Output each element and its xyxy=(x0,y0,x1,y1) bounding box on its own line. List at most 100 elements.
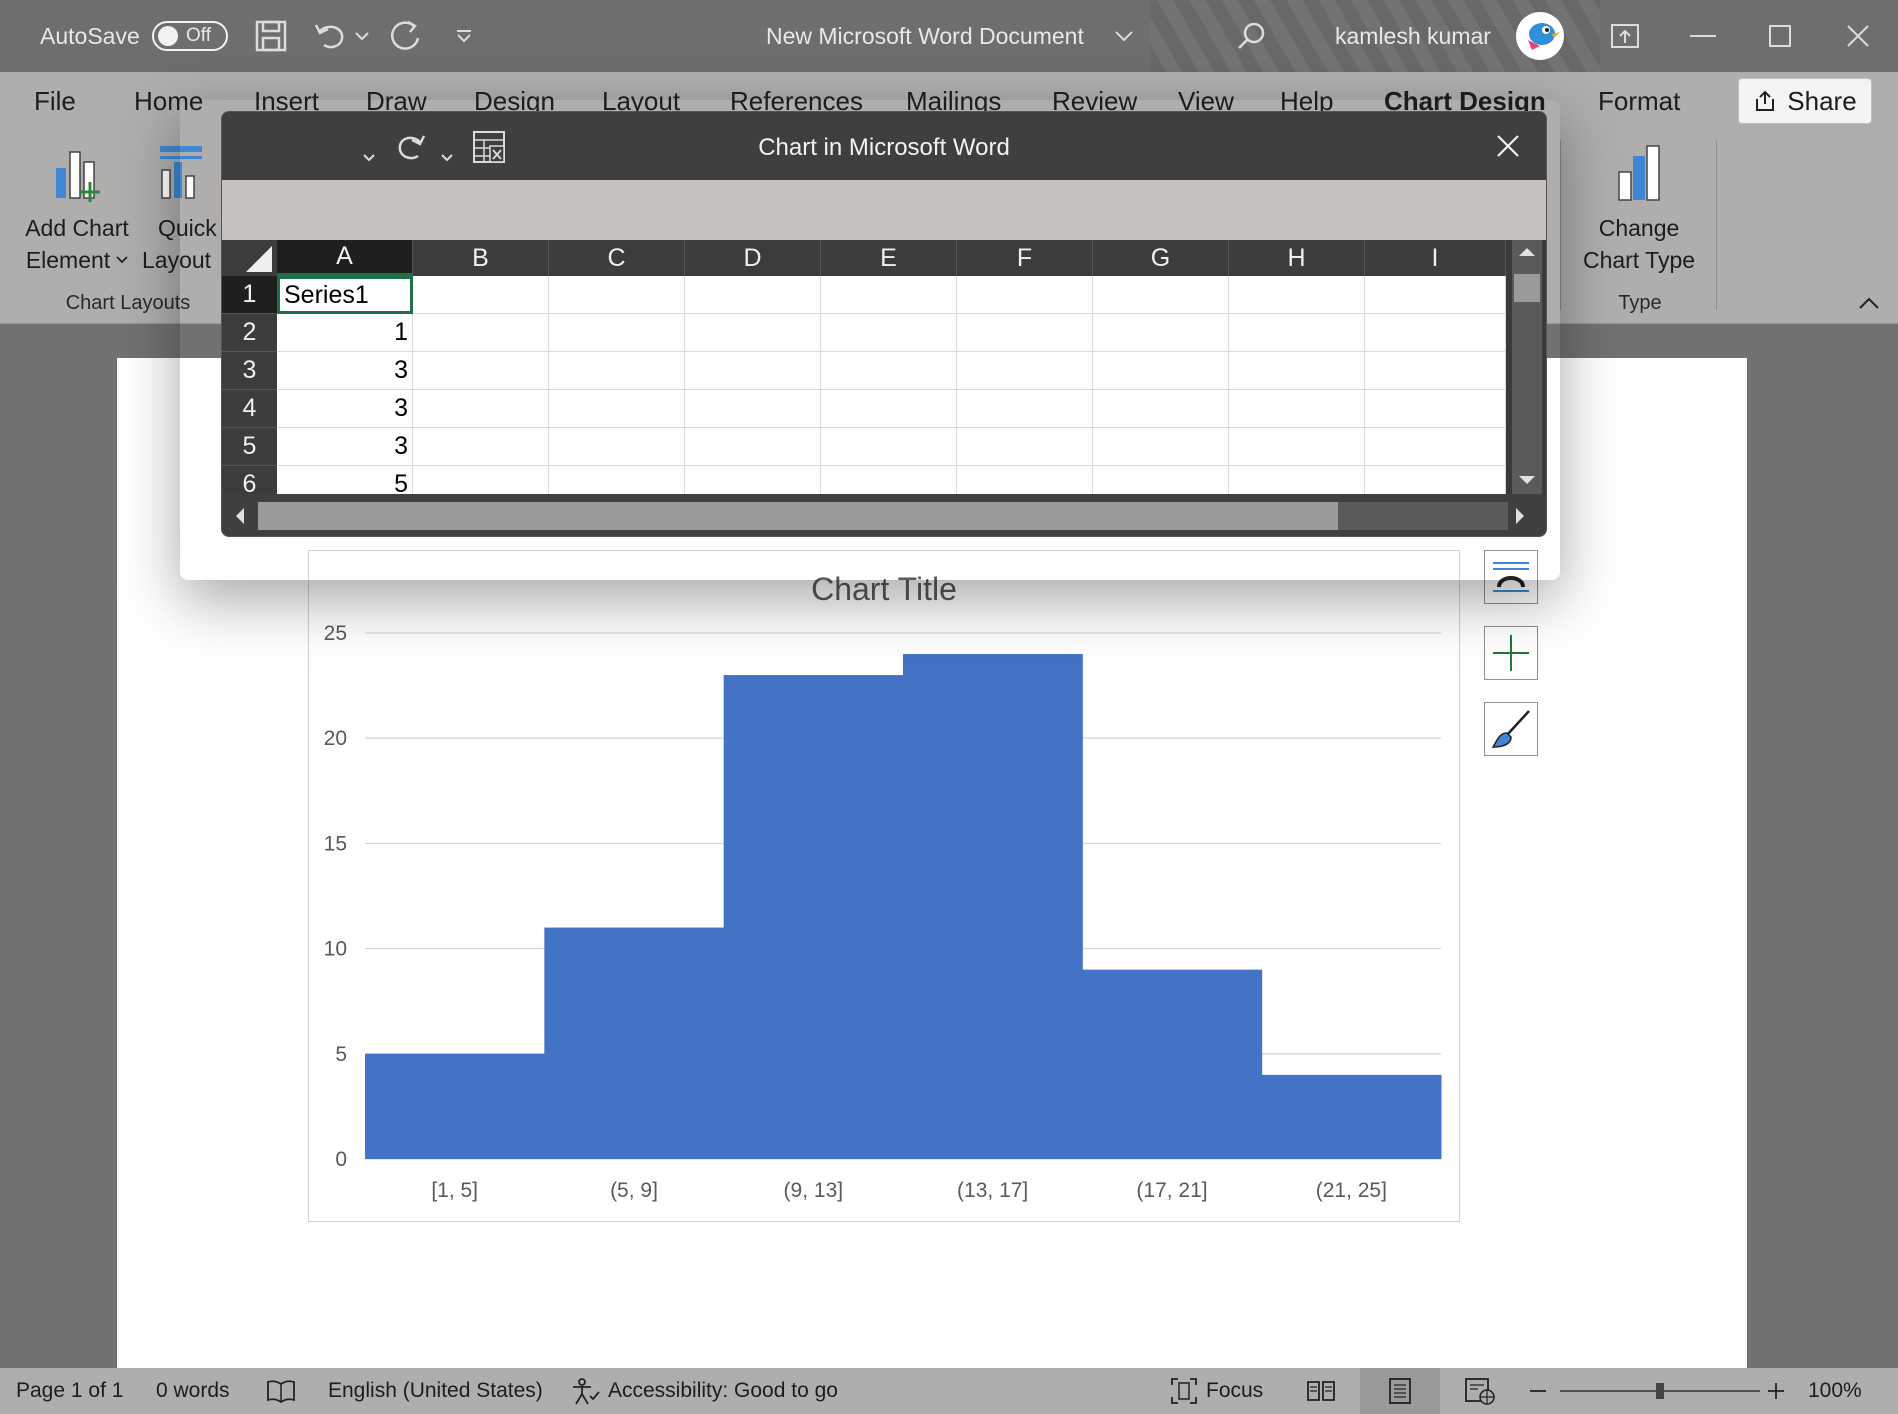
formula-bar[interactable] xyxy=(222,180,1546,240)
word-count[interactable]: 0 words xyxy=(156,1368,230,1414)
cell-d4[interactable] xyxy=(685,390,821,428)
cell-h6[interactable] xyxy=(1229,466,1365,494)
tab-file[interactable]: File xyxy=(34,86,76,126)
cell-b5[interactable] xyxy=(413,428,549,466)
cell-d2[interactable] xyxy=(685,314,821,352)
column-header-d[interactable]: D xyxy=(685,240,821,276)
cell-i1[interactable] xyxy=(1365,276,1506,314)
read-mode-icon[interactable] xyxy=(1306,1368,1336,1414)
cell-c2[interactable] xyxy=(549,314,685,352)
cell-g5[interactable] xyxy=(1093,428,1229,466)
user-name[interactable]: kamlesh kumar xyxy=(1335,0,1491,72)
cell-a4[interactable]: 3 xyxy=(277,390,413,428)
cell-d5[interactable] xyxy=(685,428,821,466)
cell-h3[interactable] xyxy=(1229,352,1365,390)
histogram-bar[interactable] xyxy=(365,1053,545,1159)
accessibility-status[interactable]: Accessibility: Good to go xyxy=(570,1368,838,1414)
cell-h2[interactable] xyxy=(1229,314,1365,352)
close-window-icon[interactable] xyxy=(1846,0,1870,72)
cell-b6[interactable] xyxy=(413,466,549,494)
cell-a5[interactable]: 3 xyxy=(277,428,413,466)
print-layout-icon[interactable] xyxy=(1360,1368,1440,1414)
cell-f3[interactable] xyxy=(957,352,1093,390)
histogram-bar[interactable] xyxy=(903,654,1083,1159)
cell-d1[interactable] xyxy=(685,276,821,314)
document-title[interactable]: New Microsoft Word Document xyxy=(766,0,1084,72)
select-all-corner[interactable] xyxy=(222,240,277,276)
redo-icon[interactable] xyxy=(388,0,424,72)
tab-format[interactable]: Format xyxy=(1598,86,1680,126)
cell-g4[interactable] xyxy=(1093,390,1229,428)
title-chevron-down-icon[interactable] xyxy=(1114,0,1134,72)
row-header-3[interactable]: 3 xyxy=(222,352,277,390)
row-header-6[interactable]: 6 xyxy=(222,466,277,494)
language[interactable]: English (United States) xyxy=(328,1368,543,1414)
cell-e1[interactable] xyxy=(821,276,957,314)
user-avatar[interactable] xyxy=(1516,0,1564,72)
cell-i2[interactable] xyxy=(1365,314,1506,352)
column-header-i[interactable]: I xyxy=(1365,240,1506,276)
cell-e3[interactable] xyxy=(821,352,957,390)
proofing-icon[interactable] xyxy=(266,1368,296,1414)
row-header-2[interactable]: 2 xyxy=(222,314,277,352)
undo-icon[interactable] xyxy=(312,0,348,72)
spreadsheet-grid[interactable]: A B C D E F G H I 1 2 3 4 5 6 Series1 1 … xyxy=(222,240,1506,494)
web-layout-icon[interactable] xyxy=(1464,1368,1496,1414)
column-header-h[interactable]: H xyxy=(1229,240,1365,276)
cell-i5[interactable] xyxy=(1365,428,1506,466)
column-header-e[interactable]: E xyxy=(821,240,957,276)
page-count[interactable]: Page 1 of 1 xyxy=(16,1368,123,1414)
histogram-bar[interactable] xyxy=(544,927,725,1159)
histogram-bar[interactable] xyxy=(723,675,904,1159)
close-spreadsheet-icon[interactable] xyxy=(1496,134,1520,165)
cell-c3[interactable] xyxy=(549,352,685,390)
column-header-c[interactable]: C xyxy=(549,240,685,276)
cell-i4[interactable] xyxy=(1365,390,1506,428)
histogram-chart[interactable]: 0 5 10 15 20 25 [1, 5] (5, 9] (9, 13] (13, 17] (17… xyxy=(309,551,1461,1223)
cell-g1[interactable] xyxy=(1093,276,1229,314)
cell-a2[interactable]: 1 xyxy=(277,314,413,352)
cell-f4[interactable] xyxy=(957,390,1093,428)
cell-b1[interactable] xyxy=(413,276,549,314)
search-icon[interactable] xyxy=(1236,0,1266,72)
zoom-in-icon[interactable] xyxy=(1768,1368,1784,1414)
cell-e6[interactable] xyxy=(821,466,957,494)
cell-h5[interactable] xyxy=(1229,428,1365,466)
cell-c4[interactable] xyxy=(549,390,685,428)
cell-f6[interactable] xyxy=(957,466,1093,494)
cell-e5[interactable] xyxy=(821,428,957,466)
autosave-toggle[interactable]: Off xyxy=(152,0,228,72)
vertical-scrollbar[interactable] xyxy=(1506,240,1546,494)
column-header-b[interactable]: B xyxy=(413,240,549,276)
cell-d3[interactable] xyxy=(685,352,821,390)
maximize-icon[interactable] xyxy=(1768,0,1792,72)
scroll-left-icon[interactable] xyxy=(232,506,248,526)
cell-h4[interactable] xyxy=(1229,390,1365,428)
cell-b2[interactable] xyxy=(413,314,549,352)
cell-h1[interactable] xyxy=(1229,276,1365,314)
cell-g3[interactable] xyxy=(1093,352,1229,390)
zoom-slider[interactable] xyxy=(1560,1368,1760,1414)
share-button[interactable]: Share xyxy=(1738,78,1872,124)
scroll-right-icon[interactable] xyxy=(1512,506,1528,526)
row-header-1[interactable]: 1 xyxy=(222,276,277,314)
save-icon[interactable] xyxy=(254,0,288,72)
zoom-level[interactable]: 100% xyxy=(1808,1368,1862,1414)
undo-dropdown-icon[interactable] xyxy=(354,0,370,72)
cell-c5[interactable] xyxy=(549,428,685,466)
horizontal-scrollbar[interactable] xyxy=(222,494,1546,536)
zoom-out-icon[interactable] xyxy=(1530,1368,1546,1414)
cell-f5[interactable] xyxy=(957,428,1093,466)
focus-button[interactable]: Focus xyxy=(1170,1368,1263,1414)
ribbon-display-options-icon[interactable] xyxy=(1610,0,1640,72)
row-header-4[interactable]: 4 xyxy=(222,390,277,428)
minimize-icon[interactable] xyxy=(1690,0,1716,72)
row-header-5[interactable]: 5 xyxy=(222,428,277,466)
cell-c1[interactable] xyxy=(549,276,685,314)
cell-e2[interactable] xyxy=(821,314,957,352)
collapse-ribbon-icon[interactable] xyxy=(1858,296,1880,315)
chart-elements-button[interactable] xyxy=(1484,626,1538,680)
cell-c6[interactable] xyxy=(549,466,685,494)
cell-a1[interactable]: Series1 xyxy=(277,276,413,314)
column-header-f[interactable]: F xyxy=(957,240,1093,276)
